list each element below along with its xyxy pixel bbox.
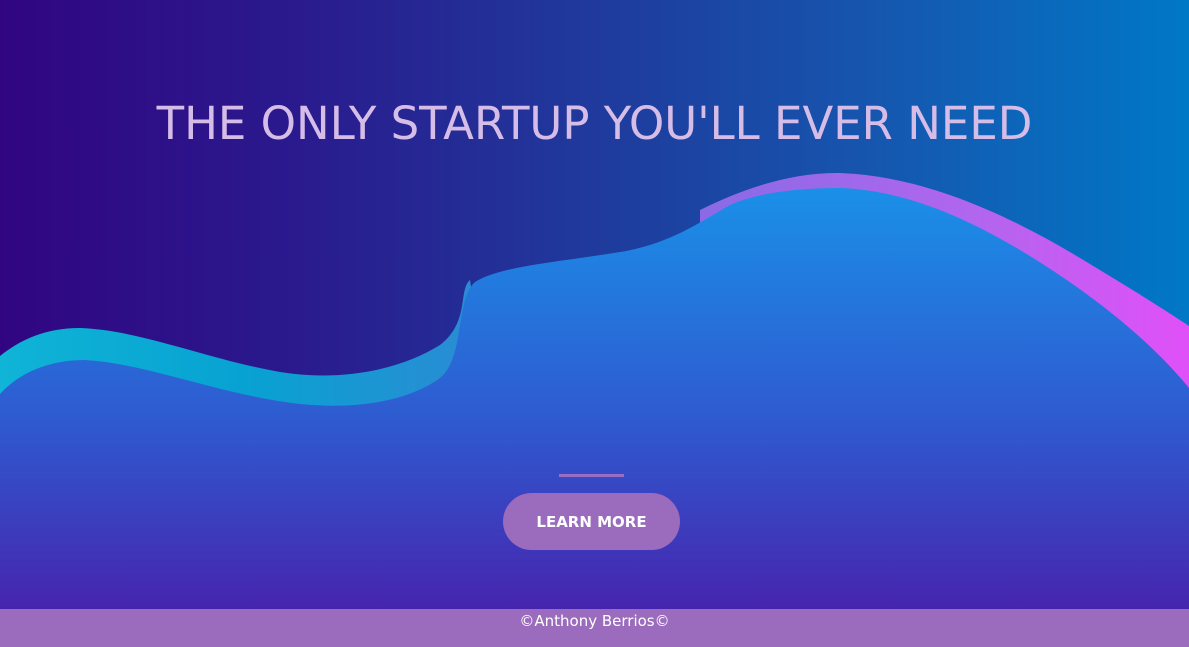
footer-copyright: ©Anthony Berrios© bbox=[519, 612, 670, 630]
footer: ©Anthony Berrios© bbox=[0, 609, 1189, 647]
learn-more-button[interactable]: LEARN MORE bbox=[503, 493, 680, 550]
hero-section: THE ONLY STARTUP YOU'LL EVER NEED LEARN … bbox=[0, 0, 1189, 609]
cta-divider bbox=[559, 474, 624, 477]
hero-headline: THE ONLY STARTUP YOU'LL EVER NEED bbox=[156, 97, 1033, 150]
